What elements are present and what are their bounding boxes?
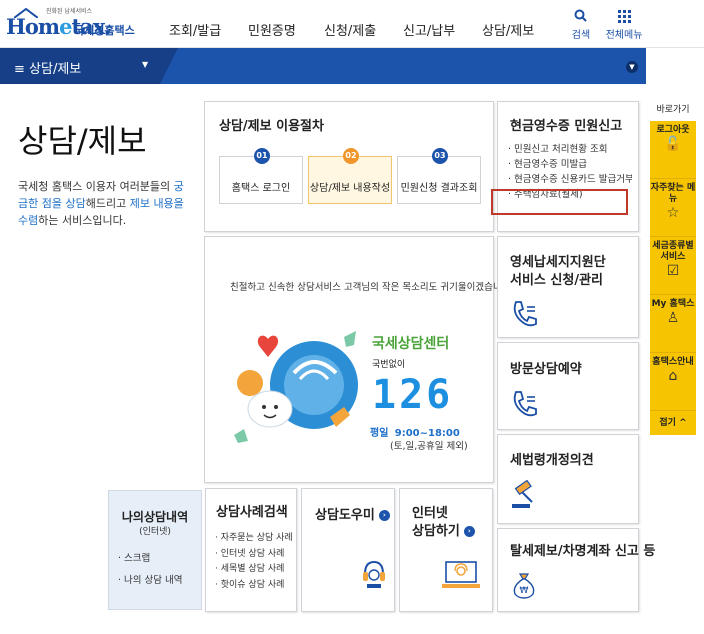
list-item[interactable]: 현금영수증 미발급 <box>508 157 632 172</box>
quick-my-hometax[interactable]: My 홈택스 ♙ <box>650 295 696 353</box>
my-consult-title[interactable]: 나의상담내역 <box>108 508 202 525</box>
highlight-box <box>491 189 628 215</box>
arrow-right-icon: › <box>378 510 390 521</box>
list-item[interactable]: 인터넷 상담 사례 <box>215 547 293 563</box>
quick-logout[interactable]: 로그아웃 🔓 <box>650 121 696 179</box>
svg-text:₩: ₩ <box>520 586 529 596</box>
home-icon: ⌂ <box>668 368 678 384</box>
quick-fold-button[interactable]: 접기 ^ <box>650 411 696 435</box>
cash-receipt-title[interactable]: 현금영수증 민원신고 <box>510 118 622 136</box>
quick-tax-services[interactable]: 세금종류별 서비스 ☑ <box>650 237 696 295</box>
top-header: 진화된 납세서비스 Hometax. 국세청홈택스 조회/발급 민원증명 신청/… <box>0 0 704 48</box>
procedure-title: 상담/제보 이용절차 <box>219 119 324 134</box>
lock-icon: 🔓 <box>664 136 682 152</box>
step-login[interactable]: 01 홈택스 로그인 <box>219 148 303 204</box>
gnb-item-application[interactable]: 신청/제출 <box>324 20 376 39</box>
star-icon: ☆ <box>666 205 680 221</box>
person-icon: ♙ <box>666 310 680 326</box>
center-title: 국세상담센터 <box>372 336 450 352</box>
gnb-item-consult[interactable]: 상담/제보 <box>482 20 534 39</box>
gnb-item-filing[interactable]: 신고/납부 <box>403 20 455 39</box>
money-bag-icon: ₩ <box>513 573 535 599</box>
quick-favorites[interactable]: 자주찾는 메뉴 ☆ <box>650 179 696 237</box>
page-description: 국세청 홈택스 이용자 여러분들의 궁금한 점을 상담해드리고 제보 내용을 수… <box>18 180 184 227</box>
my-consult-subtitle: (인터넷) <box>139 527 171 537</box>
arrow-right-icon: › <box>463 526 475 537</box>
visit-reservation-title: 방문상담예약 <box>510 362 582 377</box>
grid-menu-icon <box>618 10 631 23</box>
quick-guide[interactable]: 홈택스안내 ⌂ <box>650 353 696 411</box>
checkbox-icon: ☑ <box>666 263 680 279</box>
internet-consult-title: 인터넷 상담하기 › <box>412 505 475 541</box>
consult-helper-title: 상담도우미 › <box>315 507 390 525</box>
small-taxpayer-title: 영세납세지지원단 서비스 신청/관리 <box>510 255 606 288</box>
headset-icon <box>363 560 385 588</box>
headset-illustration <box>234 331 358 443</box>
logo-korean: 국세청홈택스 <box>74 24 135 37</box>
list-item[interactable]: 현금영수증 신용카드 발급거부 <box>508 172 632 187</box>
search-label: 검색 <box>571 30 591 41</box>
all-menu-label: 전체메뉴 <box>605 30 643 41</box>
gnb-item-inquiry[interactable]: 조회/발급 <box>169 20 221 39</box>
case-search-list: 자주묻는 상담 사례 인터넷 상담 사례 세목별 상담 사례 핫이슈 상담 사례 <box>215 531 293 593</box>
location-dropdown[interactable]: ≡ 상담/제보 ▼ <box>0 48 160 84</box>
list-item[interactable]: 나의 상담 내역 <box>118 570 182 592</box>
my-consult-list: 스크랩 나의 상담 내역 <box>118 548 183 592</box>
step-result[interactable]: 03 민원신청 결과조회 <box>397 148 481 204</box>
search-icon <box>574 9 587 22</box>
case-search-title[interactable]: 상담사례검색 <box>216 504 288 522</box>
tax-evasion-report-title: 탈세제보/차명계좌 신고 등 <box>510 544 656 559</box>
quick-menu: 바로가기 로그아웃 🔓 자주찾는 메뉴 ☆ 세금종류별 서비스 ☑ My 홈택스… <box>650 101 696 435</box>
list-item[interactable]: 핫이슈 상담 사례 <box>215 578 293 594</box>
gavel-icon <box>512 479 533 508</box>
gnb-item-certificate[interactable]: 민원증명 <box>248 20 296 39</box>
laptop-icon <box>442 561 480 588</box>
center-holiday: (토,일,공휴일 제외) <box>390 441 468 452</box>
caret-down-icon: ▼ <box>142 60 149 69</box>
expand-icon[interactable]: ▼ <box>626 61 638 73</box>
page-title: 상담/제보 <box>18 122 147 160</box>
quick-menu-title: 바로가기 <box>656 105 690 115</box>
list-item[interactable]: 스크랩 <box>118 548 183 570</box>
all-menu-button[interactable]: 전체메뉴 <box>594 8 654 41</box>
list-item[interactable]: 민원신고 처리현황 조회 <box>508 142 632 157</box>
location-current: ≡ 상담/제보 <box>14 62 82 77</box>
hometax-logo[interactable]: 진화된 납세서비스 Hometax. 국세청홈택스 <box>6 6 136 42</box>
step-write[interactable]: 02 상담/제보 내용작성 <box>308 148 392 204</box>
banner-text: 친절하고 신속한 상담서비스 고객님의 작은 목소리도 귀기울이겠습니다. <box>230 282 514 293</box>
list-item[interactable]: 세목별 상담 사례 <box>215 562 293 578</box>
phone-icon <box>513 391 537 417</box>
list-item[interactable]: 자주묻는 상담 사례 <box>215 531 293 547</box>
center-hours: 평일 9:00~18:00 <box>370 428 460 439</box>
center-number: 126 <box>372 372 454 418</box>
phone-icon <box>513 301 537 327</box>
center-subtitle: 국번없이 <box>372 360 406 370</box>
tax-law-opinion-title: 세법령개정의견 <box>510 453 594 468</box>
location-bar: ≡ 상담/제보 ▼ ▼ <box>0 48 646 84</box>
